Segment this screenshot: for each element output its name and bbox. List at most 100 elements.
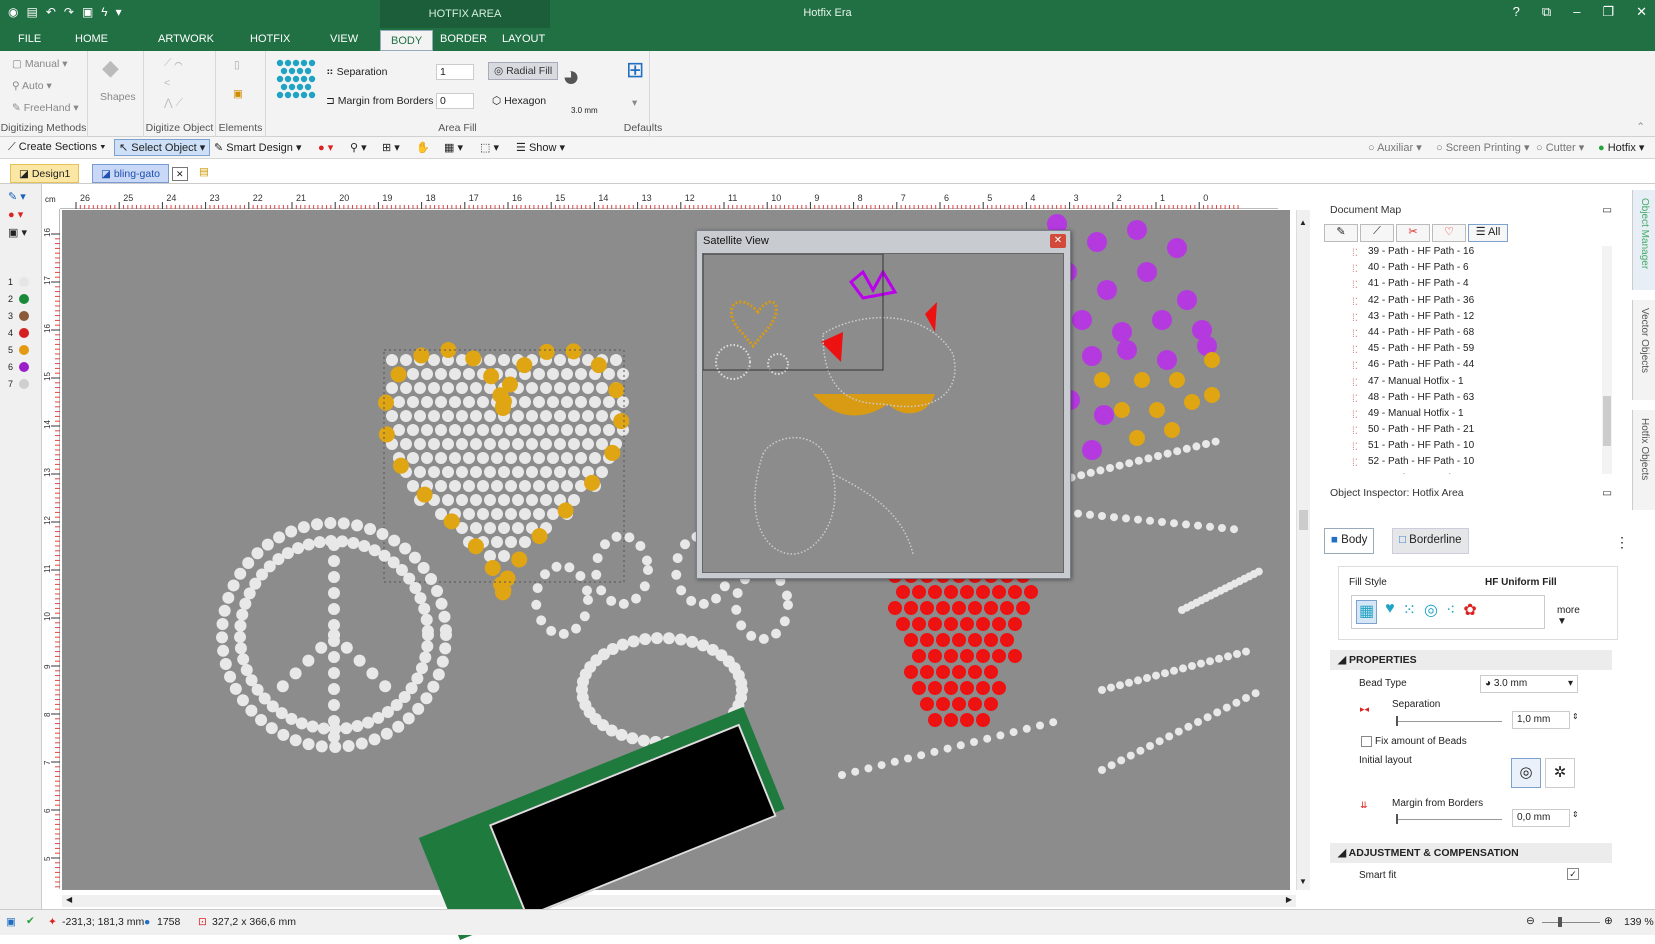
inspector-menu-icon[interactable]: ⋮ (1615, 534, 1629, 551)
separation-slider-thumb[interactable] (1396, 716, 1398, 726)
screen-printing-toggle[interactable]: ○ Screen Printing ▾ (1436, 141, 1530, 154)
show-button[interactable]: ☰ Show ▾ (516, 141, 565, 154)
smart-design-button[interactable]: ✎ Smart Design ▾ (214, 141, 302, 154)
bead-fill-icon[interactable] (274, 57, 318, 103)
tab-layout[interactable]: LAYOUT (502, 33, 545, 45)
tab-home[interactable]: HOME (75, 33, 108, 45)
satellite-view-window[interactable]: Satellite View ✕ (696, 230, 1071, 579)
zoom-slider-thumb[interactable] (1558, 917, 1562, 927)
pen-tool-icon[interactable]: ✎ ▾ (8, 190, 26, 203)
margin-input[interactable]: 0,0 mm (1512, 809, 1570, 827)
scatter-fill-icon[interactable]: ⁖ (1446, 600, 1455, 624)
document-map-item[interactable]: ⁞⁚ 47 - Manual Hotfix - 1 (1324, 376, 1614, 392)
hotfix-toggle[interactable]: ● Hotfix ▾ (1598, 141, 1644, 154)
doc-tab-bling-gato[interactable]: ◪ bling-gato (92, 164, 169, 183)
auxiliar-toggle[interactable]: ○ Auxiliar ▾ (1368, 141, 1422, 154)
ribbon-display-button[interactable]: ⧉ (1542, 4, 1551, 20)
satellite-close-icon[interactable]: ✕ (1050, 234, 1066, 248)
properties-section-header[interactable]: ◢ PROPERTIES (1330, 650, 1612, 670)
document-map-item[interactable]: ⁞⁚ 46 - Path - HF Path - 44 (1324, 359, 1614, 375)
document-map-item[interactable]: ⁞⁚53 - Path - HF Path - 10 (1324, 473, 1614, 474)
select-region-icon[interactable]: ⬚ ▾ (480, 141, 499, 154)
smart-fit-checkbox[interactable]: ✓ (1567, 868, 1579, 880)
document-map-item[interactable]: ⁞⁚ 43 - Path - HF Path - 12 (1324, 311, 1614, 327)
document-map-item[interactable]: ⁞⁚ 49 - Manual Hotfix - 1 (1324, 408, 1614, 424)
document-map-item[interactable]: ⁞⁚ 51 - Path - HF Path - 10 (1324, 440, 1614, 456)
filter-hotfix-icon[interactable]: ♡ (1432, 224, 1466, 242)
collapse-inspector-icon[interactable]: ▭ (1602, 487, 1612, 499)
bead-tool-icon[interactable]: ▣ ▾ (8, 226, 27, 239)
side-tab-object-manager[interactable]: Object Manager (1632, 190, 1655, 290)
node-tool-icon[interactable]: ⋀ ⟋ (164, 97, 183, 110)
radial-fill-style-icon[interactable]: ◎ (1424, 600, 1438, 624)
zoom-icon[interactable]: ⚲ ▾ (350, 141, 367, 154)
margin-slider-thumb[interactable] (1396, 814, 1398, 824)
document-map-scroll-thumb[interactable] (1603, 396, 1611, 446)
filter-scissors-icon[interactable]: ✂ (1396, 224, 1430, 242)
element-rect-icon[interactable]: ▯ (234, 59, 240, 71)
create-sections-button[interactable]: ⟋ Create Sections ▾ (8, 141, 105, 154)
margin-slider[interactable] (1396, 814, 1502, 824)
margin-spin-icon[interactable]: ⇕ (1572, 810, 1579, 819)
cutter-toggle[interactable]: ○ Cutter ▾ (1536, 141, 1584, 154)
uniform-fill-icon[interactable]: ▦ (1356, 600, 1378, 624)
tab-file[interactable]: FILE (18, 33, 41, 45)
document-map-item[interactable]: ⁞⁚ 45 - Path - HF Path - 59 (1324, 343, 1614, 359)
scroll-up-icon[interactable]: ▲ (1299, 218, 1307, 227)
tab-view[interactable]: VIEW (330, 33, 358, 45)
filter-brush-icon[interactable]: ⟋ (1360, 224, 1394, 242)
more-styles-button[interactable]: more ▼ (1557, 605, 1580, 627)
color-slot[interactable]: 5 (8, 342, 38, 357)
grid-view-icon[interactable]: ▦ ▾ (444, 141, 463, 154)
color-slot[interactable]: 4 (8, 325, 38, 340)
minimize-button[interactable]: – (1573, 4, 1580, 20)
document-map-item[interactable]: ⁞⁚ 52 - Path - HF Path - 10 (1324, 456, 1614, 472)
zoom-slider[interactable] (1542, 917, 1600, 927)
manual-button[interactable]: ▢ Manual ▾ (12, 58, 68, 70)
color-slot[interactable]: 3 (8, 308, 38, 323)
close-doc-tab-icon[interactable]: ✕ (172, 167, 188, 181)
document-map-item[interactable]: ⁞⁚ 40 - Path - HF Path - 6 (1324, 262, 1614, 278)
color-slot[interactable]: 6 (8, 359, 38, 374)
zoom-out-icon[interactable]: ⊖ (1526, 915, 1535, 927)
tab-artwork[interactable]: ARTWORK (158, 33, 214, 45)
hexagon-button[interactable]: ⬡ Hexagon (492, 95, 546, 107)
grid-fill-icon[interactable]: ⁙ (1403, 600, 1416, 624)
freehand-button[interactable]: ✎ FreeHand ▾ (12, 102, 79, 114)
color-slot[interactable]: 7 (8, 376, 38, 391)
help-button[interactable]: ? (1513, 4, 1520, 20)
separation-slider[interactable] (1396, 716, 1502, 726)
shapes-icon[interactable]: ◆ (102, 55, 119, 81)
side-tab-vector-objects[interactable]: Vector Objects (1632, 300, 1655, 400)
color-slot[interactable]: 2 (8, 291, 38, 306)
side-tab-hotfix-objects[interactable]: Hotfix Objects (1632, 410, 1655, 510)
horizontal-scrollbar[interactable]: ◀ ▶ (62, 895, 1296, 907)
zoom-page-icon[interactable]: ⊞ ▾ (382, 141, 400, 154)
collapse-document-map-icon[interactable]: ▭ (1602, 204, 1612, 216)
mixed-fill-icon[interactable]: ✿ (1463, 600, 1476, 624)
filter-all-button[interactable]: ☰ All (1468, 224, 1508, 242)
defaults-dropdown-icon[interactable]: ▾ (632, 97, 637, 109)
layout-hexagon-icon[interactable]: ✲ (1545, 758, 1575, 788)
scroll-left-icon[interactable]: ◀ (66, 895, 72, 904)
color-pick-icon[interactable]: ● ▾ (318, 141, 333, 154)
shapes-label[interactable]: Shapes (100, 91, 136, 103)
document-map-scrollbar[interactable] (1602, 246, 1612, 474)
fix-amount-checkbox[interactable] (1361, 736, 1372, 747)
zoom-in-icon[interactable]: ⊕ (1604, 915, 1613, 927)
margin-spinner[interactable]: 0 (436, 93, 474, 109)
tab-hotfix[interactable]: HOTFIX (250, 33, 290, 45)
doc-tab-design1[interactable]: ◪ Design1 (10, 164, 80, 183)
adjustment-section-header[interactable]: ◢ ADJUSTMENT & COMPENSATION (1330, 843, 1612, 863)
separation-spinner[interactable]: 1 (436, 64, 474, 80)
bead-size-icon[interactable]: ◕ (562, 60, 580, 94)
vertical-scroll-thumb[interactable] (1299, 510, 1308, 530)
bead-type-select[interactable]: ◕ 3.0 mm ▾ (1480, 675, 1578, 693)
document-map-item[interactable]: ⁞⁚ 42 - Path - HF Path - 36 (1324, 295, 1614, 311)
select-object-button[interactable]: ↖ Select Object ▾ (114, 139, 211, 156)
defaults-icon[interactable]: ⊞ (626, 57, 644, 83)
tab-body-inspector[interactable]: ■ Body (1324, 528, 1375, 554)
tab-body[interactable]: BODY (380, 30, 434, 51)
document-map-item[interactable]: ⁞⁚ 48 - Path - HF Path - 63 (1324, 392, 1614, 408)
heart-fill-icon[interactable]: ♥ (1385, 600, 1395, 624)
